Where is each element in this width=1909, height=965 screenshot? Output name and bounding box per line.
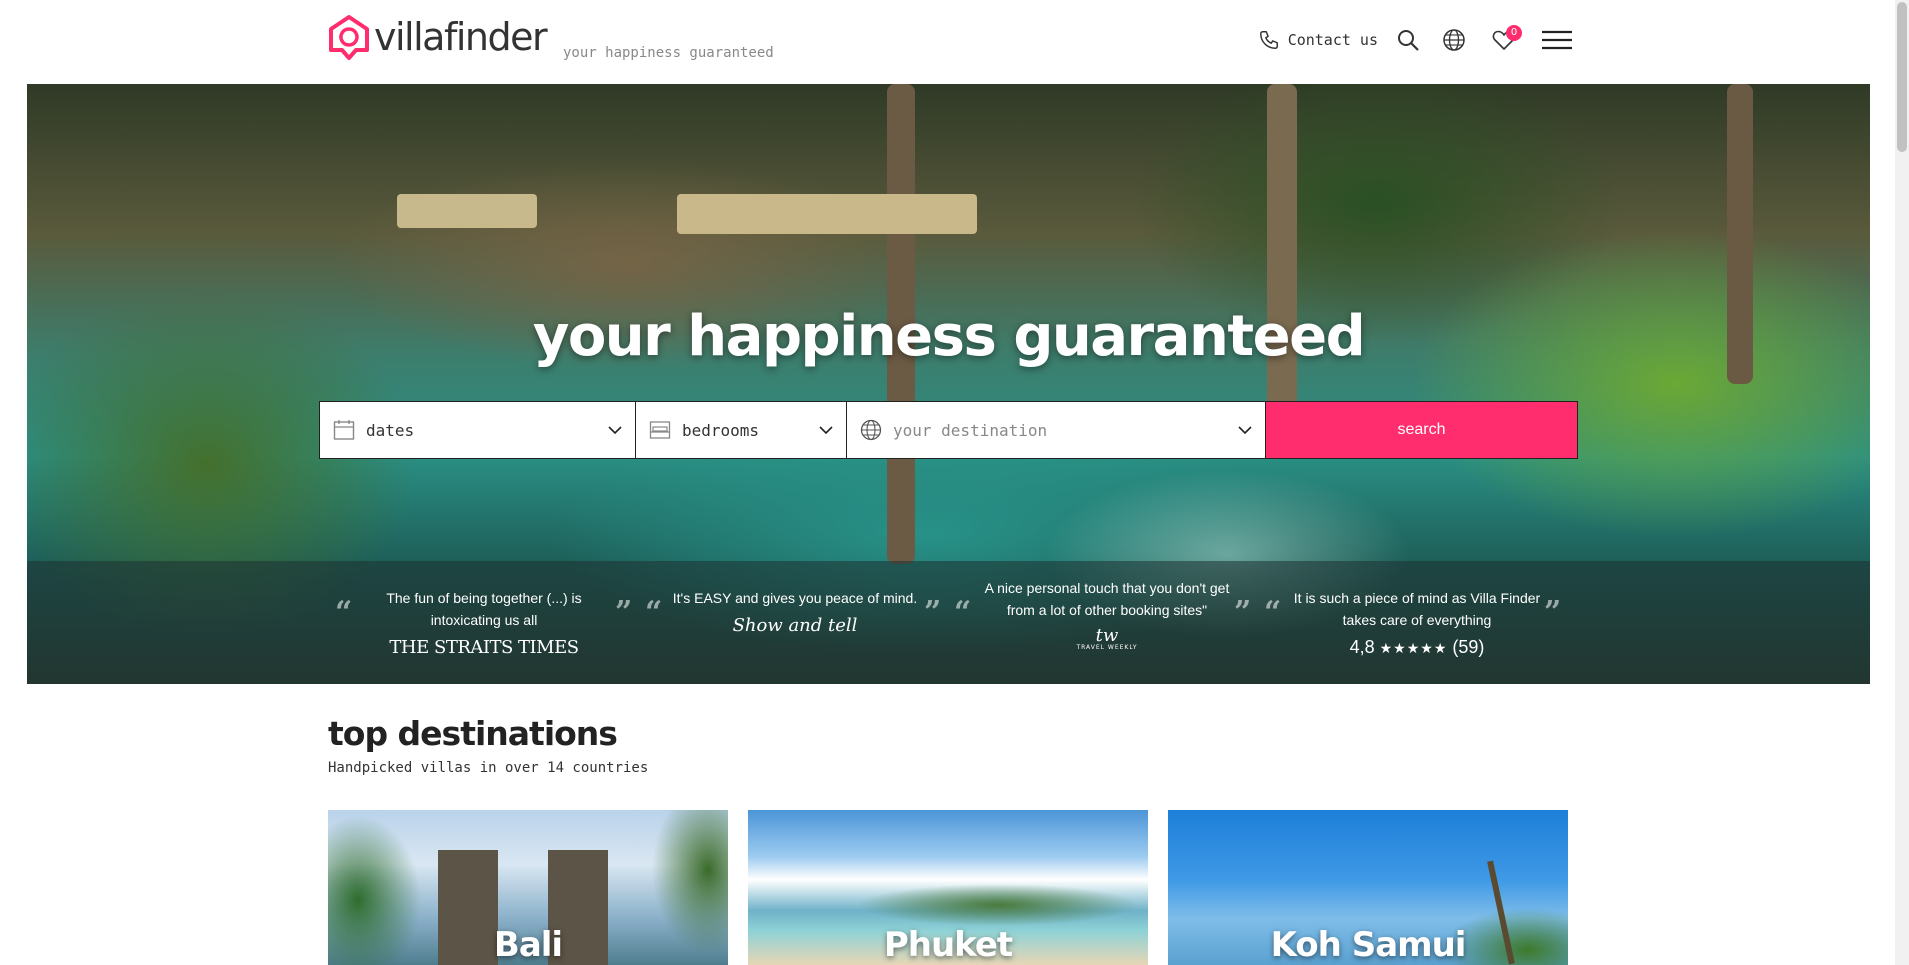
travel-weekly-mark: tw xyxy=(1095,625,1119,646)
menu-button[interactable] xyxy=(1542,29,1572,51)
testimonial-item: It is such a piece of mind as Villa Find… xyxy=(1267,561,1567,684)
destination-name: Bali xyxy=(493,925,563,965)
testimonial-item: It's EASY and gives you peace of mind. S… xyxy=(645,561,945,684)
globe-icon xyxy=(860,419,882,441)
hero-title: your happiness guaranteed xyxy=(532,304,1366,369)
hero-banner: your happiness guaranteed dates bedrooms… xyxy=(27,84,1870,684)
globe-icon xyxy=(1443,29,1465,51)
search-submit-button[interactable]: search xyxy=(1266,402,1577,458)
chevron-down-icon xyxy=(1238,426,1252,435)
close-quote-icon: ” xyxy=(1234,595,1252,630)
favorites-count-badge: 0 xyxy=(1506,25,1522,41)
favorites-button[interactable]: 0 xyxy=(1492,25,1522,51)
dates-select[interactable]: dates xyxy=(320,402,636,458)
hero-photo-tree-trunk xyxy=(1267,84,1297,444)
logo[interactable]: villafinder xyxy=(328,14,548,60)
search-button[interactable] xyxy=(1396,28,1420,52)
show-and-tell-logo: Show and tell xyxy=(732,615,858,636)
rating-value: 4,8 xyxy=(1349,637,1375,657)
page-scrollbar[interactable] xyxy=(1895,0,1909,965)
close-quote-icon: ” xyxy=(615,595,633,630)
site-header: villafinder your happiness guaranteed Co… xyxy=(0,0,1909,84)
dates-label: dates xyxy=(366,420,415,440)
destination-card-bali[interactable]: Bali xyxy=(328,810,728,965)
destination-name: Phuket xyxy=(883,925,1013,965)
travel-weekly-label: TRAVEL WEEKLY xyxy=(1076,644,1138,651)
bedrooms-select[interactable]: bedrooms xyxy=(636,402,847,458)
close-quote-icon: ” xyxy=(924,595,942,630)
contact-us-label: Contact us xyxy=(1287,31,1378,49)
testimonials-strip: “ The fun of being together (...) is int… xyxy=(27,561,1870,684)
destination-field[interactable] xyxy=(847,402,1266,458)
menu-icon xyxy=(1542,30,1572,50)
logo-text-finder: finder xyxy=(443,15,548,59)
travel-weekly-logo: tw TRAVEL WEEKLY xyxy=(957,627,1257,651)
chevron-down-icon xyxy=(608,426,622,435)
star-rating-icon: ★★★★★ xyxy=(1379,640,1448,656)
contact-us-link[interactable]: Contact us xyxy=(1258,29,1378,51)
testimonial-item: A nice personal touch that you don't get… xyxy=(957,561,1257,684)
scrollbar-thumb[interactable] xyxy=(1897,2,1907,152)
destination-name: Koh Samui xyxy=(1270,925,1467,965)
logo-wordmark: villafinder xyxy=(374,15,548,59)
hero-photo-lounger xyxy=(397,194,537,228)
destination-card-koh-samui[interactable]: Koh Samui xyxy=(1168,810,1568,965)
house-logo-icon xyxy=(329,15,369,60)
logo-text-villa: villa xyxy=(374,15,445,59)
section-subtitle: Handpicked villas in over 14 countries xyxy=(328,760,649,776)
phone-icon xyxy=(1259,31,1278,49)
header-nav: Contact us 0 xyxy=(1258,24,1572,56)
language-button[interactable] xyxy=(1442,28,1466,52)
search-icon xyxy=(1398,30,1419,51)
testimonial-quote: It's EASY and gives you peace of mind. xyxy=(672,590,918,606)
hero-photo-lounger xyxy=(677,194,977,234)
bed-icon xyxy=(649,421,671,439)
testimonial-quote: It is such a piece of mind as Villa Find… xyxy=(1293,590,1541,628)
testimonial-item: The fun of being together (...) is intox… xyxy=(334,561,634,684)
review-count: (59) xyxy=(1452,637,1485,657)
destination-card-phuket[interactable]: Phuket xyxy=(748,810,1148,965)
calendar-icon xyxy=(333,420,355,440)
close-quote-icon: ” xyxy=(1544,595,1562,630)
testimonial-quote: A nice personal touch that you don't get… xyxy=(984,580,1230,618)
header-tagline: your happiness guaranteed xyxy=(563,45,774,61)
chevron-down-icon xyxy=(819,426,833,435)
straits-times-logo: THE STRAITS TIMES xyxy=(389,637,579,658)
bedrooms-label: bedrooms xyxy=(682,420,760,440)
rating-summary[interactable]: 4,8 ★★★★★ (59) xyxy=(1267,637,1567,658)
section-title: top destinations xyxy=(328,714,618,753)
testimonial-quote: The fun of being together (...) is intox… xyxy=(386,590,582,628)
destination-input[interactable] xyxy=(893,420,1193,440)
search-bar: dates bedrooms search xyxy=(319,401,1578,459)
